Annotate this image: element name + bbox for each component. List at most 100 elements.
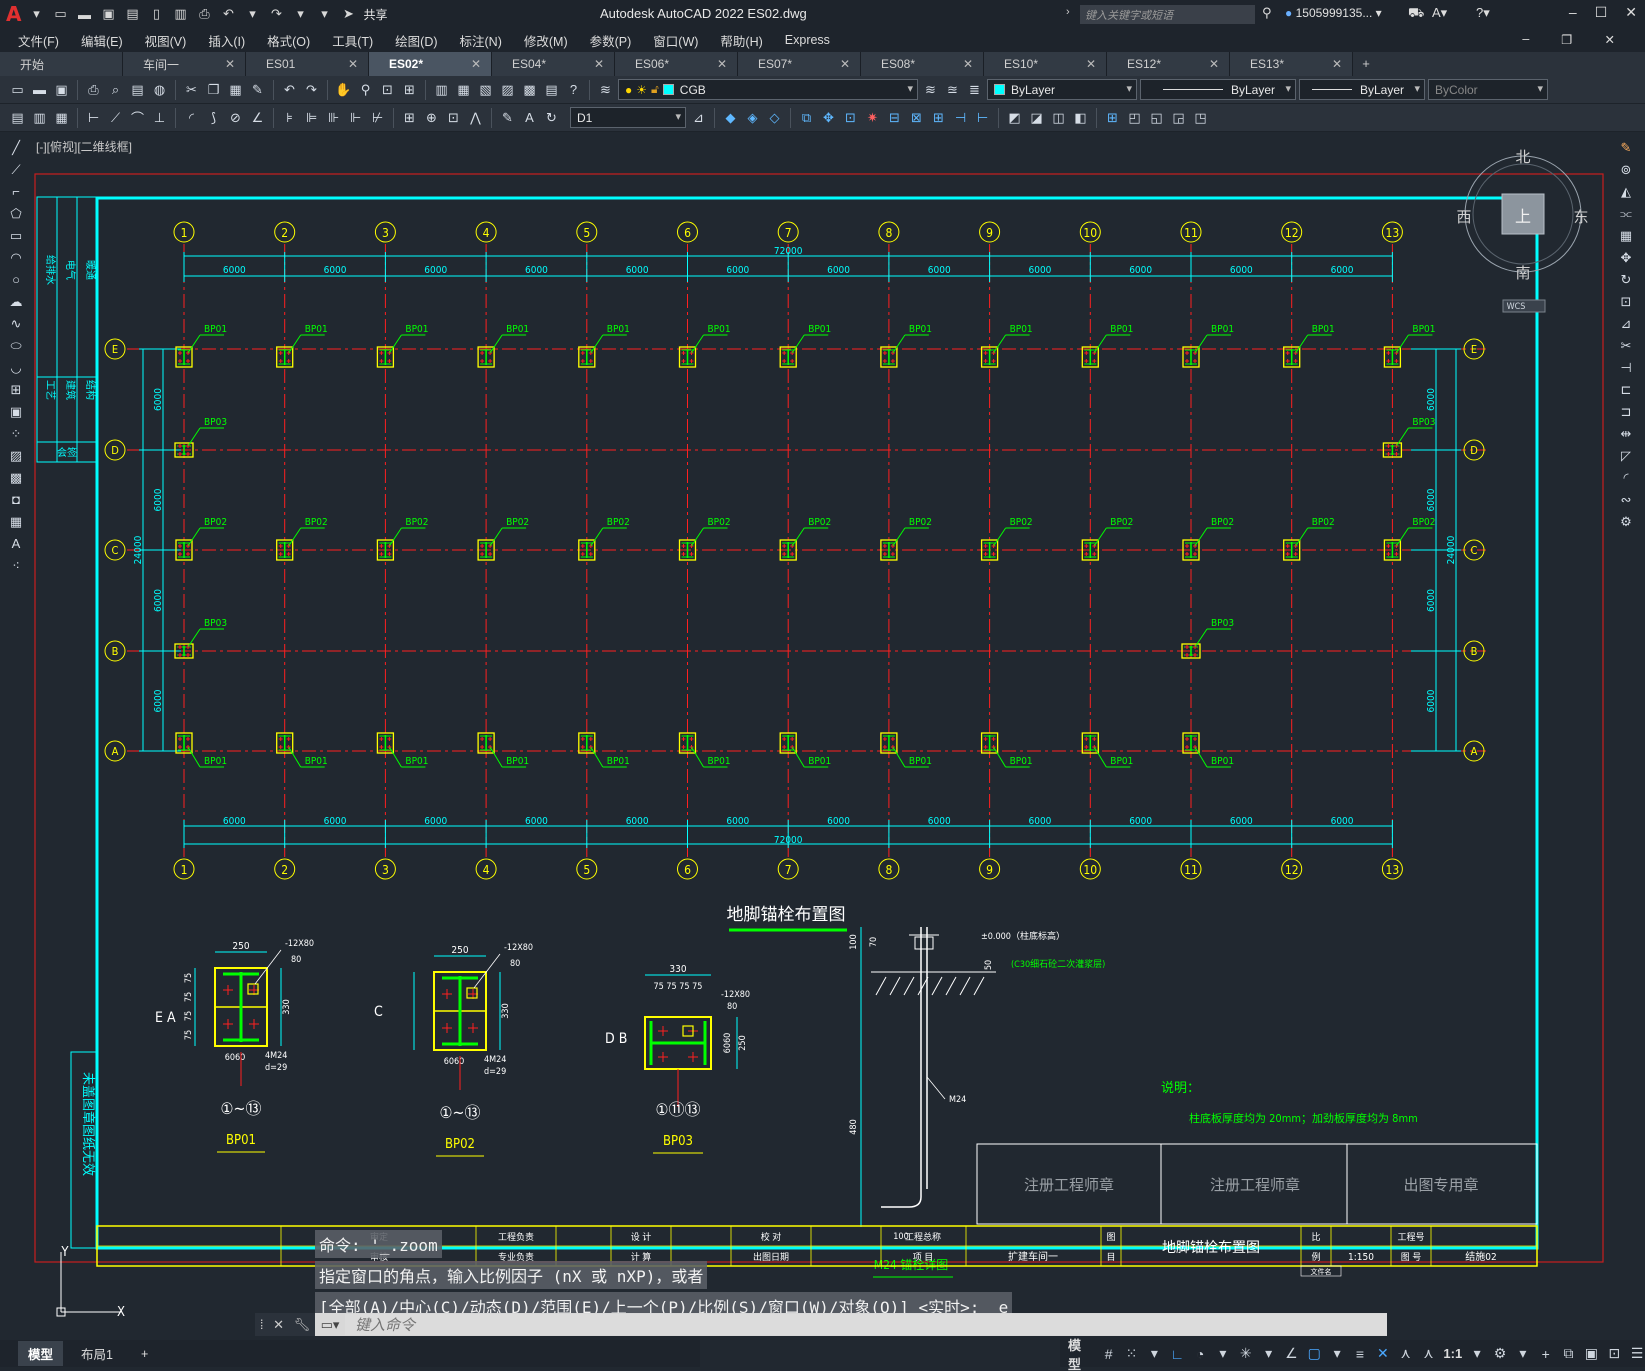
mirror-icon[interactable]: ◇ (765, 108, 784, 127)
close-icon[interactable]: ✕ (348, 57, 358, 71)
chevron-right-icon[interactable]: › (1066, 6, 1070, 18)
maximize-icon[interactable]: ☐ (1595, 4, 1608, 21)
redo-icon[interactable]: ↷ (267, 6, 285, 22)
help-icon[interactable]: ?▾ (1476, 5, 1490, 21)
close-icon[interactable]: ✕ (963, 57, 973, 71)
publish-icon[interactable]: ▥ (171, 6, 189, 22)
trim-icon[interactable]: ✂ (1617, 336, 1636, 355)
rotate-icon[interactable]: ↻ (1617, 270, 1636, 289)
menu-view[interactable]: 视图(V) (145, 31, 187, 50)
dimstyle-combo[interactable]: D1 (570, 107, 686, 128)
close-icon[interactable]: ✕ (1332, 57, 1342, 71)
grip-icon[interactable]: ⁞ (260, 1317, 264, 1332)
help-icon[interactable]: ? (564, 80, 583, 99)
scale-icon[interactable]: ⊡ (1617, 292, 1636, 311)
doc-close-icon[interactable]: ✕ (1605, 32, 1615, 47)
publish-icon[interactable]: ▤ (128, 80, 147, 99)
point-icon[interactable]: ⁘ (7, 424, 26, 443)
arc-icon[interactable]: ◠ (7, 248, 26, 267)
tab-layout1[interactable]: 布局1 (71, 1341, 123, 1366)
open-icon[interactable]: ▬ (30, 80, 49, 99)
tab-start[interactable]: 开始 (0, 52, 123, 76)
new-icon[interactable]: ▭ (8, 80, 27, 99)
extend-icon[interactable]: ⊣ (1617, 358, 1636, 377)
offset-icon[interactable]: ⫗ (1617, 204, 1636, 223)
make-block-icon[interactable]: ▣ (7, 402, 26, 421)
rotate-icon[interactable]: ✷ (863, 108, 882, 127)
menu-dimension[interactable]: 标注(N) (460, 31, 502, 50)
array-icon[interactable]: ✥ (819, 108, 838, 127)
dim-ordinate-icon[interactable]: ⊥ (150, 108, 169, 127)
tab-model[interactable]: 模型 (18, 1341, 64, 1366)
tab-es02[interactable]: ES02* ✕ (369, 52, 492, 76)
layer-manager-icon[interactable]: ≋ (596, 80, 615, 99)
zoom-previous-icon[interactable]: ⊞ (400, 80, 419, 99)
menu-edit[interactable]: 编辑(E) (81, 31, 123, 50)
zoom-window-icon[interactable]: ⊡ (378, 80, 397, 99)
lineweight-icon[interactable]: ≡ (1352, 1346, 1368, 1362)
copy-icon[interactable]: ❐ (204, 80, 223, 99)
autodesk-app-icon[interactable]: A▾ (1432, 5, 1447, 21)
save-icon[interactable]: ▣ (99, 6, 117, 22)
drawing-canvas[interactable]: 给排水 电气 暖通工艺 建筑 结构会签未盖图章图纸无效11223344556677889… (31, 132, 1611, 1332)
new-layout-icon[interactable]: + (131, 1344, 158, 1364)
dropdown-icon[interactable]: ▾ (27, 6, 45, 22)
erase-icon[interactable]: ✎ (1617, 138, 1636, 157)
customize-menu-icon[interactable]: ☰ (1629, 1345, 1645, 1362)
insert-block-icon[interactable]: ⊞ (7, 380, 26, 399)
menu-format[interactable]: 格式(O) (267, 31, 310, 50)
close-icon[interactable]: ✕ (471, 57, 481, 71)
dim-break-icon[interactable]: ⊬ (368, 108, 387, 127)
polygon-icon[interactable]: ⬠ (7, 204, 26, 223)
rectangle-icon[interactable]: ▭ (7, 226, 26, 245)
table-icon[interactable]: ▦ (7, 512, 26, 531)
annotation-scale-icon[interactable]: ⋏ (1421, 1345, 1437, 1362)
osnap-icon[interactable]: ∠ (1284, 1345, 1300, 1362)
hatch-icon[interactable]: ▦ (52, 108, 71, 127)
pan-icon[interactable]: ✋ (334, 80, 353, 99)
make-block-icon[interactable]: ◰ (1125, 108, 1144, 127)
paste-icon[interactable]: ▦ (226, 80, 245, 99)
tab-es04[interactable]: ES04* ✕ (492, 52, 615, 76)
dim-edit-icon[interactable]: ✎ (498, 108, 517, 127)
tab-chejian1[interactable]: 车间一 ✕ (123, 52, 246, 76)
otrack-icon[interactable]: ▾ (1261, 1345, 1277, 1362)
dim-radius-icon[interactable]: ◜ (182, 108, 201, 127)
workspace-dropdown-icon[interactable]: ▾ (1515, 1345, 1531, 1362)
chamfer-icon[interactable]: ◩ (1005, 108, 1024, 127)
save-as-icon[interactable]: ▤ (123, 6, 141, 22)
move-icon[interactable]: ⊡ (841, 108, 860, 127)
break-icon[interactable]: ⊐ (1617, 402, 1636, 421)
close-icon[interactable]: ✕ (225, 57, 235, 71)
search-icon[interactable]: ⚲ (1262, 5, 1272, 21)
tab-es08[interactable]: ES08* ✕ (861, 52, 984, 76)
new-tab-icon[interactable]: + (1353, 52, 1379, 76)
osnap-dropdown-icon[interactable]: ▾ (1329, 1345, 1345, 1362)
search-input[interactable]: 键入关键字或短语 (1080, 5, 1255, 24)
ellipse-icon[interactable]: ⬭ (7, 336, 26, 355)
dim-diameter-icon[interactable]: ⊘ (226, 108, 245, 127)
trim-icon[interactable]: ⊞ (929, 108, 948, 127)
color-combo[interactable]: ByLayer (987, 79, 1137, 100)
text-icon[interactable]: ▥ (30, 108, 49, 127)
print-icon[interactable]: ⎙ (195, 6, 213, 22)
chamfer-icon[interactable]: ◸ (1617, 446, 1636, 465)
cut-icon[interactable]: ✂ (182, 80, 201, 99)
menu-parametric[interactable]: 参数(P) (590, 31, 632, 50)
fillet-icon[interactable]: ◜ (1617, 468, 1636, 487)
layer-isolate-icon[interactable]: ≣ (965, 80, 984, 99)
user-account[interactable]: ● 1505999135... ▾ (1285, 6, 1382, 20)
menu-help[interactable]: 帮助(H) (720, 31, 762, 50)
region-icon[interactable]: ◘ (7, 490, 26, 509)
ortho-icon[interactable]: ∟ (1169, 1346, 1185, 1362)
undo-icon[interactable]: ↶ (280, 80, 299, 99)
explode-icon[interactable]: ◧ (1071, 108, 1090, 127)
construction-line-icon[interactable]: ⟋ (7, 160, 26, 179)
menu-tools[interactable]: 工具(T) (332, 31, 373, 50)
transparency-icon[interactable]: ✕ (1375, 1345, 1391, 1362)
dim-continue-icon[interactable]: ⊪ (324, 108, 343, 127)
isodraft-icon[interactable]: ✳ (1238, 1345, 1254, 1362)
close-icon[interactable]: ✕ (1086, 57, 1096, 71)
blend-icon[interactable]: ◫ (1049, 108, 1068, 127)
plot-icon[interactable]: ⎙ (84, 80, 103, 99)
